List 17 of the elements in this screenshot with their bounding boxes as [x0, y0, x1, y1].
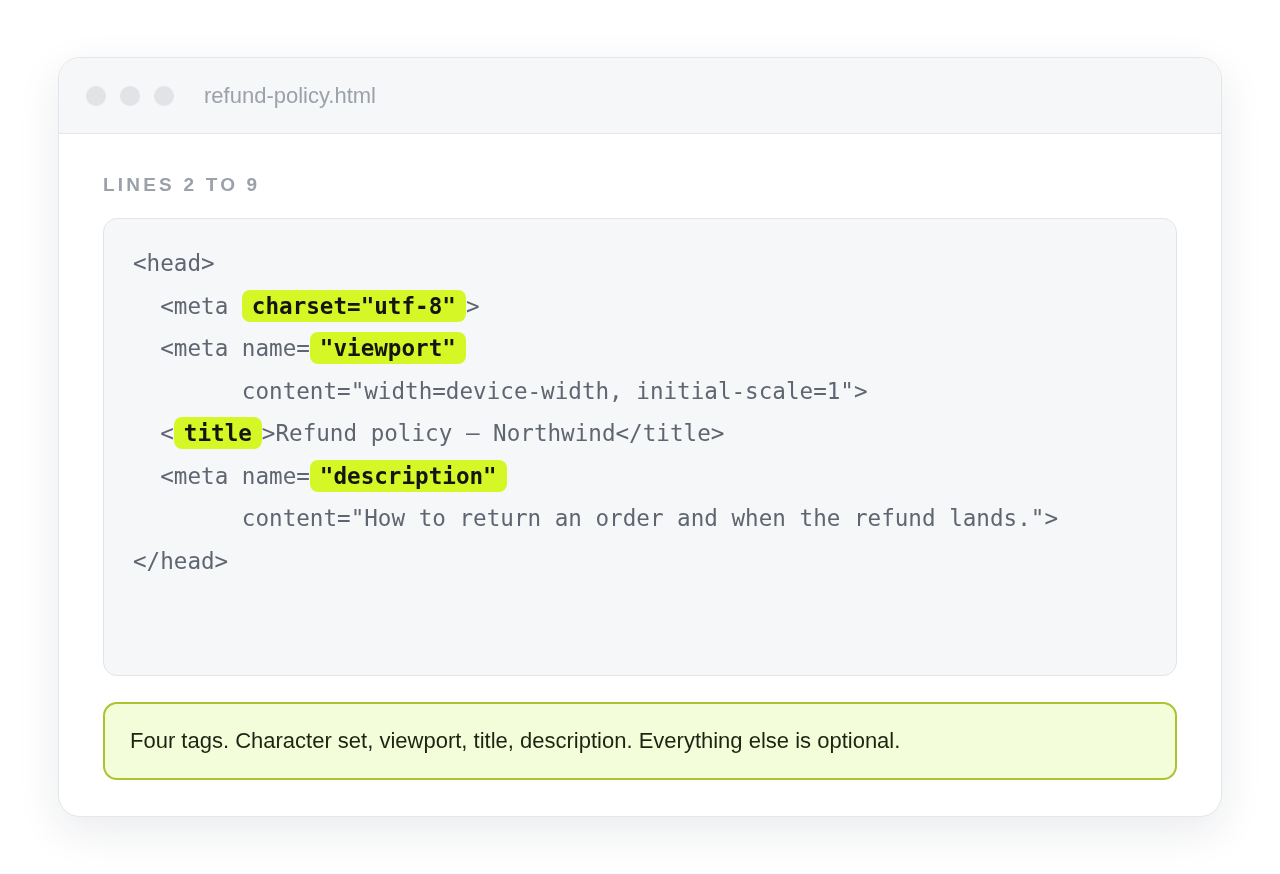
code-highlight: title [173, 417, 262, 450]
code-text: <meta [160, 292, 229, 319]
code-text: > [465, 292, 480, 319]
code-text: <meta name= [160, 335, 310, 362]
code-highlight: "viewport" [309, 332, 466, 365]
section-label: LINES 2 TO 9 [103, 174, 261, 196]
code-text: <meta name= [160, 462, 310, 489]
code-text: content="How to return an order and when the refund lands."> [241, 505, 1058, 532]
code-text: </head> [133, 547, 229, 574]
code-text: <head> [133, 250, 215, 277]
window-title: refund-policy.html [204, 82, 376, 109]
code-text: >Refund policy — Northwind</title> [261, 420, 725, 447]
code-highlight: charset="utf-8" [241, 289, 466, 322]
code-text: content="width=device-width, initial-scale=1"> [241, 377, 868, 404]
note-callout: Four tags. Character set, viewport, title, description. Everything else is optional. [103, 702, 1177, 780]
code-text: < [160, 420, 174, 447]
code-highlight: "description" [309, 459, 507, 492]
